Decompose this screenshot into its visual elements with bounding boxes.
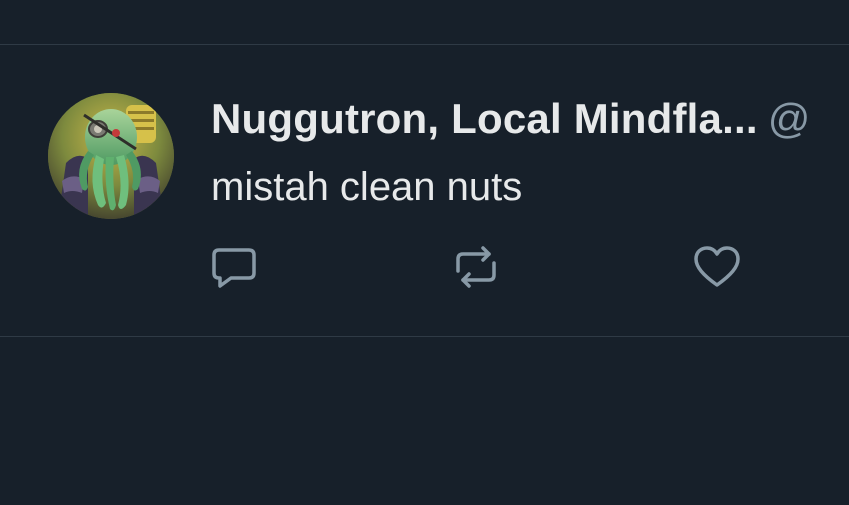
retweet-icon — [456, 246, 496, 288]
tweet-text: mistah clean nuts — [211, 165, 523, 209]
avatar-image — [48, 93, 174, 219]
tweet-header: Nuggutron, Local Mindfla... @ — [211, 95, 810, 153]
display-name[interactable]: Nuggutron, Local Mindfla... — [211, 95, 758, 142]
avatar[interactable] — [48, 93, 174, 219]
retweet-button[interactable] — [451, 243, 501, 291]
divider — [0, 336, 849, 337]
user-handle[interactable]: @ — [768, 95, 811, 142]
tweet[interactable]: Nuggutron, Local Mindfla... @ mistah clea… — [0, 45, 849, 336]
reply-icon — [212, 248, 256, 288]
heart-icon — [694, 246, 740, 287]
reply-button[interactable] — [209, 243, 259, 291]
like-button[interactable] — [692, 243, 742, 291]
timeline: Nuggutron, Local Mindfla... @ mistah clea… — [0, 0, 849, 505]
